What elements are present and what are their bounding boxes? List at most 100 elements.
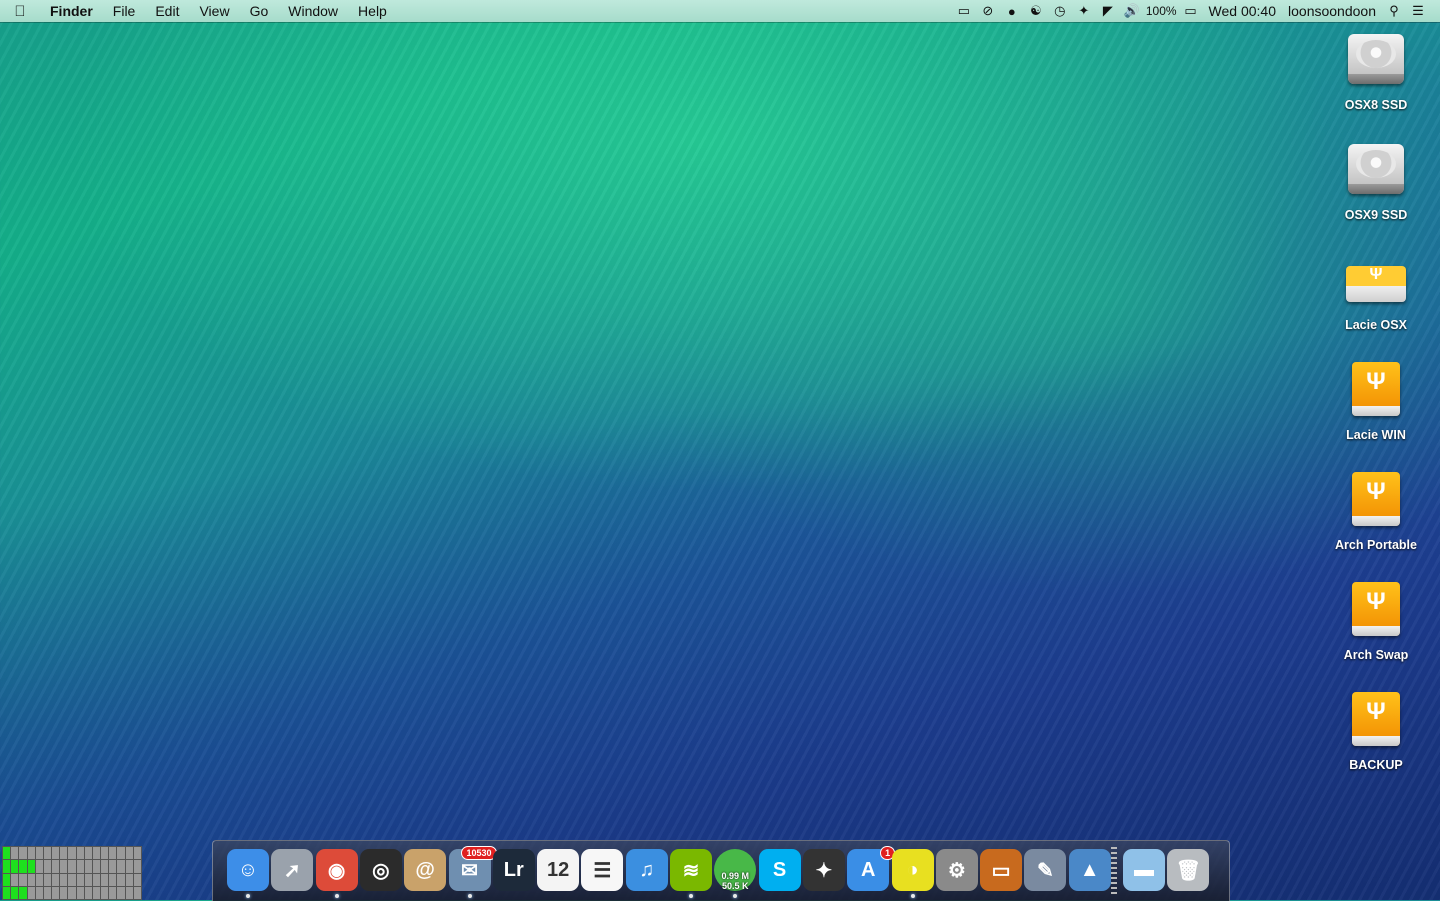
activity-cell [19, 860, 27, 873]
do-not-disturb-icon[interactable]: ⊘ [976, 0, 1000, 22]
drive-osx9-ssd[interactable]: OSX9 SSD [1312, 138, 1440, 242]
dock-app-lightroom[interactable]: Lr [492, 849, 535, 891]
dock-app-grapher[interactable]: ▲ [1068, 849, 1111, 891]
keynote-icon: ▭ [991, 859, 1011, 882]
dock-app-calendar[interactable]: 12 [537, 849, 580, 891]
wifi-icon[interactable]: ◤ [1096, 0, 1120, 22]
dock-app-reminders[interactable]: ☰ [581, 849, 624, 891]
running-indicator [910, 894, 915, 898]
drive-arch-portable[interactable]: Ψ Arch Portable [1312, 468, 1440, 572]
dock-app-launchpad[interactable]: ➚ [271, 849, 314, 891]
activity-cell [52, 847, 60, 860]
menu-go[interactable]: Go [240, 0, 279, 22]
dock-app-skype[interactable]: S [758, 849, 801, 891]
menu-window[interactable]: Window [278, 0, 348, 22]
dock-app-spotify[interactable]: ≋ [670, 849, 712, 891]
activity-cell [68, 886, 76, 899]
activity-cell [11, 886, 19, 899]
airplay-icon[interactable]: ▭ [952, 0, 976, 22]
dock-app-aperture[interactable]: ◎ [359, 849, 402, 891]
dock-app-app-store[interactable]: A1 [847, 846, 896, 891]
activity-cell [68, 873, 76, 886]
drive-lacie-win[interactable]: Ψ Lacie WIN [1312, 358, 1440, 462]
dock: ☺ ➚ ◉ ◎ @ ✉ 10530 Lr 12 ☰ ♫ ≋ 0.99 M 50.5 K S ✦ A 1 ◑ ⚙ ▭ ✎ ▲ ▬… [212, 840, 1230, 901]
menu-bar:  Finder File Edit View Go Window Help ▭… [0, 0, 1440, 22]
drive-osx8-ssd[interactable]: OSX8 SSD [1312, 28, 1440, 132]
activity-cell [125, 873, 133, 886]
activity-cell [3, 873, 11, 886]
lightroom-icon: Lr [503, 858, 524, 881]
running-indicator [689, 894, 693, 898]
notification-icon[interactable]: ● [1000, 0, 1024, 22]
running-indicator [733, 894, 738, 898]
usb-drive-icon: Ψ [1352, 692, 1400, 746]
activity-cell [60, 847, 68, 860]
activity-cell [76, 886, 84, 899]
dock-app-final-cut[interactable]: ✦ [802, 849, 845, 891]
dock-app-itunes[interactable]: ♫ [625, 849, 668, 891]
menu-file[interactable]: File [103, 0, 146, 22]
dock-app-mail[interactable]: ✉ 10530 [448, 846, 497, 891]
app-menu-finder[interactable]: Finder [40, 0, 103, 22]
dock-app-network-meter[interactable]: 0.99 M 50.5 K [714, 849, 757, 891]
launchpad-icon: ➚ [283, 859, 301, 882]
dock-app-keynote[interactable]: ▭ [980, 849, 1023, 891]
activity-cell [60, 873, 68, 886]
drive-label: Arch Portable [1335, 538, 1417, 552]
activity-cell [27, 847, 35, 860]
trash-icon: 🗑 [1175, 859, 1201, 882]
dock-app-color-picker[interactable]: ◑ [891, 849, 934, 891]
activity-cell [11, 860, 19, 873]
apple-menu-icon[interactable]:  [0, 3, 40, 20]
activity-cell [101, 886, 109, 899]
hard-drive-icon [1348, 34, 1404, 84]
activity-cell [133, 886, 141, 899]
dock-app-finder[interactable]: ☺ [227, 849, 269, 891]
activity-cell [19, 886, 27, 899]
dock-app-trash[interactable]: 🗑 [1167, 849, 1210, 891]
user-menu[interactable]: loonsoondoon [1282, 3, 1382, 19]
dock-app-folder[interactable]: ▬ [1123, 849, 1165, 891]
spotify-icon: ≋ [682, 859, 700, 882]
running-indicator [334, 894, 339, 898]
clock[interactable]: Wed 00:40 [1203, 3, 1282, 19]
activity-cell [76, 847, 84, 860]
activity-cell [84, 860, 92, 873]
activity-cell [117, 847, 125, 860]
skype-icon: S [772, 858, 787, 881]
time-machine-icon[interactable]: ◷ [1048, 0, 1072, 22]
external-drive-icon: Ψ [1346, 266, 1406, 302]
dock-app-script-editor[interactable]: ✎ [1024, 849, 1067, 891]
activity-cell [35, 847, 43, 860]
activity-cell [125, 886, 133, 899]
activity-cell [19, 847, 27, 860]
menu-help[interactable]: Help [348, 0, 397, 22]
drive-label: Arch Swap [1343, 648, 1409, 662]
activity-cell [43, 873, 52, 886]
spotlight-search-icon[interactable]: ⚲ [1382, 0, 1406, 22]
volume-icon[interactable]: 🔊 [1120, 0, 1144, 22]
battery-icon[interactable]: ▭ [1179, 0, 1203, 22]
menu-view[interactable]: View [189, 0, 239, 22]
activity-cell [3, 847, 11, 860]
drive-backup[interactable]: Ψ BACKUP [1312, 688, 1440, 792]
activity-cell [133, 847, 141, 860]
activity-cell [117, 873, 125, 886]
activity-cell [27, 873, 35, 886]
menu-edit[interactable]: Edit [145, 0, 189, 22]
activity-cell [109, 860, 117, 873]
bluetooth-icon[interactable]: ✦ [1072, 0, 1096, 22]
drive-lacie-osx[interactable]: Ψ Lacie OSX [1312, 248, 1440, 352]
drive-arch-swap[interactable]: Ψ Arch Swap [1312, 578, 1440, 682]
accessibility-icon[interactable]: ☯ [1024, 0, 1048, 22]
battery-percentage[interactable]: 100% [1144, 4, 1179, 18]
drive-label: Lacie WIN [1346, 428, 1406, 442]
dock-app-chrome[interactable]: ◉ [315, 849, 358, 891]
dock-app-contacts[interactable]: @ [404, 849, 447, 891]
dock-app-system-preferences[interactable]: ⚙ [935, 849, 978, 891]
notification-center-icon[interactable]: ☰ [1406, 0, 1430, 22]
activity-cell [52, 873, 60, 886]
activity-cell [52, 886, 60, 899]
aperture-icon: ◎ [372, 859, 390, 882]
drive-label: BACKUP [1349, 758, 1403, 772]
